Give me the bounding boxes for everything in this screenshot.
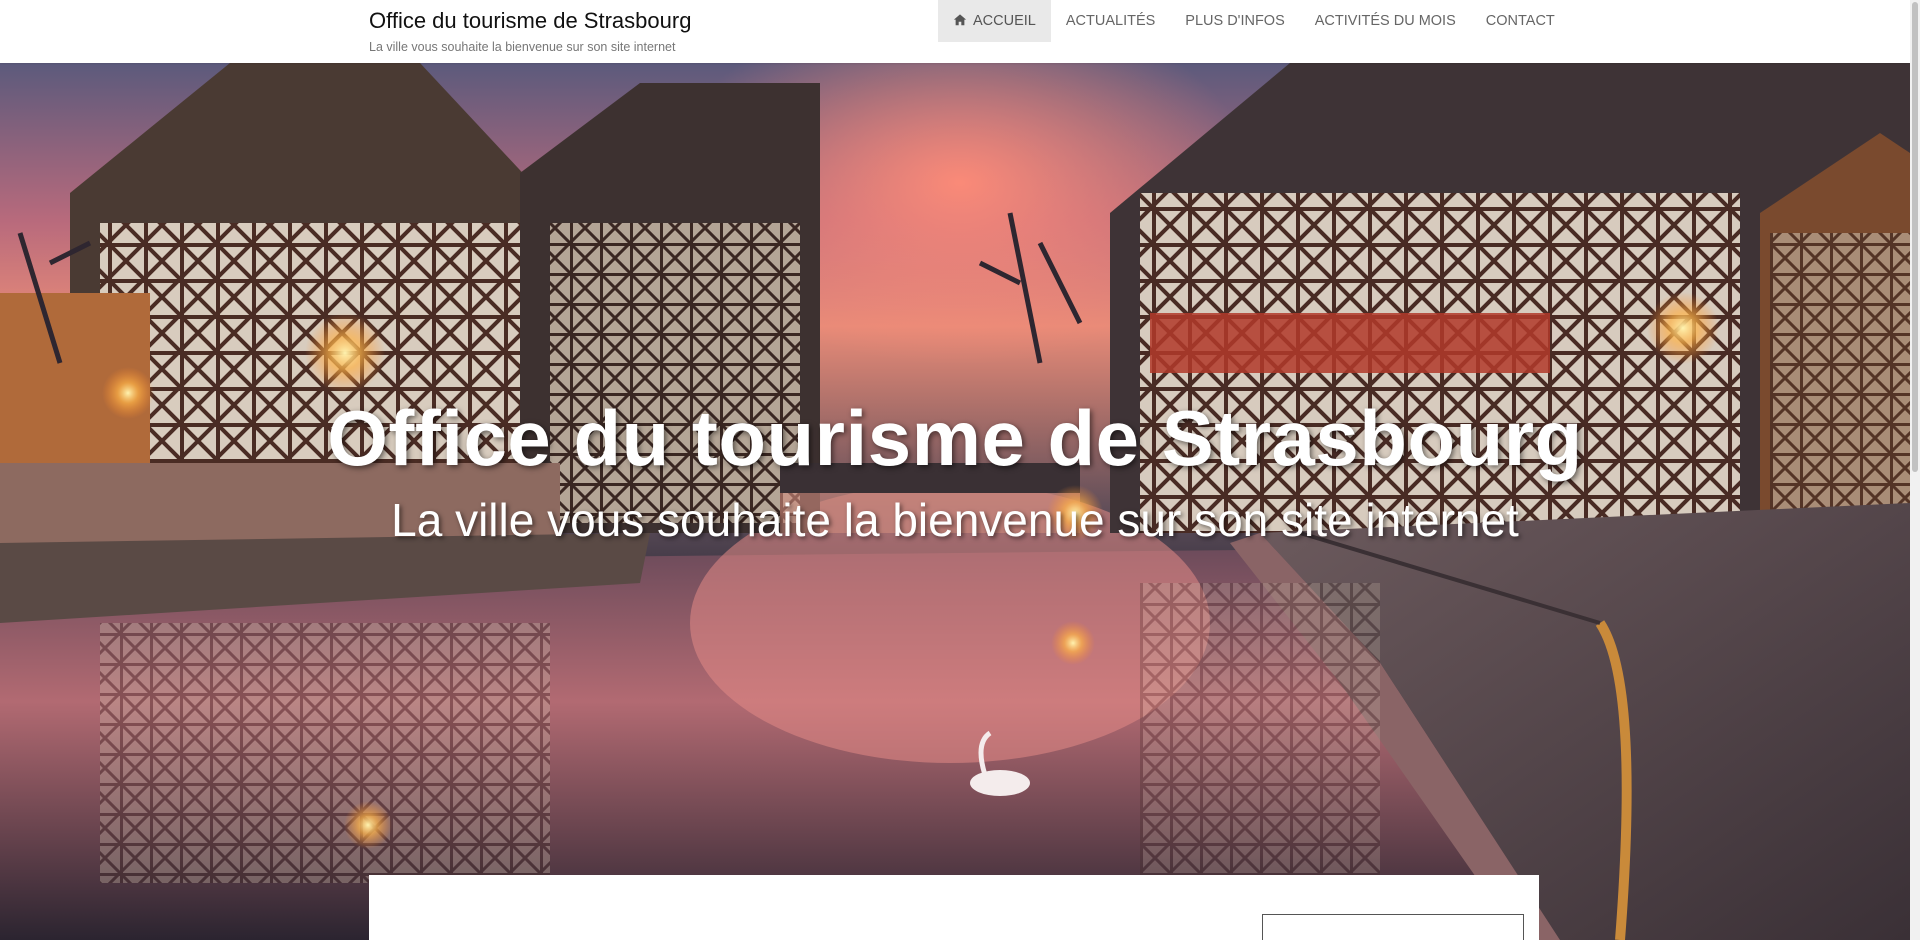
- nav-item-actualites[interactable]: ACTUALITÉS: [1051, 0, 1170, 42]
- site-tagline: La ville vous souhaite la bienvenue sur …: [369, 40, 676, 54]
- nav-item-contact[interactable]: CONTACT: [1471, 0, 1570, 42]
- nav-item-plus-infos[interactable]: PLUS D'INFOS: [1170, 0, 1299, 42]
- main-content-card: [369, 875, 1539, 940]
- brand[interactable]: Office du tourisme de Strasbourg La vill…: [369, 9, 691, 55]
- hero-subtitle: La ville vous souhaite la bienvenue sur …: [391, 494, 1519, 546]
- page: Office du tourisme de Strasbourg La vill…: [0, 0, 1920, 940]
- scrollbar-thumb[interactable]: [1912, 2, 1918, 472]
- hero-title: Office du tourisme de Strasbourg: [327, 394, 1583, 482]
- sidebar-widget-box[interactable]: [1262, 914, 1524, 940]
- nav-item-accueil[interactable]: ACCUEIL: [938, 0, 1051, 42]
- hero-banner: Office du tourisme de Strasbourg La vill…: [0, 63, 1910, 940]
- main-nav: ACCUEIL ACTUALITÉS PLUS D'INFOS ACTIVITÉ…: [938, 0, 1570, 42]
- site-title[interactable]: Office du tourisme de Strasbourg: [369, 9, 691, 33]
- nav-item-label: CONTACT: [1485, 13, 1555, 29]
- nav-item-label: PLUS D'INFOS: [1185, 13, 1285, 29]
- nav-item-label: ACTUALITÉS: [1065, 13, 1156, 29]
- nav-item-activites-du-mois[interactable]: ACTIVITÉS DU MOIS: [1300, 0, 1471, 42]
- nav-item-label: ACTIVITÉS DU MOIS: [1314, 13, 1456, 29]
- site-header: Office du tourisme de Strasbourg La vill…: [0, 0, 1910, 63]
- nav-item-label: ACCUEIL: [973, 13, 1036, 29]
- page-scrollbar[interactable]: [1910, 0, 1920, 940]
- home-icon: [953, 13, 967, 25]
